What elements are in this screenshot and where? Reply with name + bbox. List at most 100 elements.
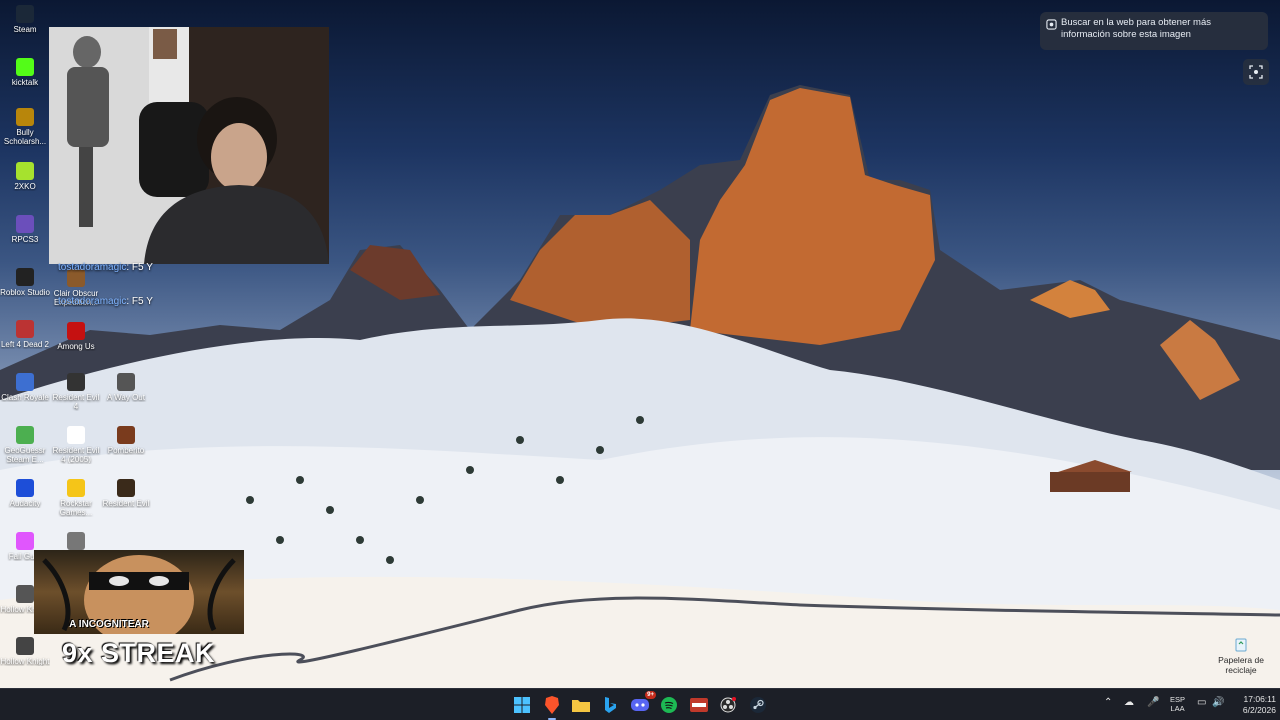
folder-icon — [572, 700, 590, 712]
steam-icon — [750, 697, 766, 713]
desktop-icon-label: Among Us — [57, 342, 95, 351]
language-code: ESP — [1170, 695, 1186, 704]
recycle-bin-label: Papelera de reciclaje — [1218, 655, 1264, 675]
discord-notification-badge: 9+ — [645, 691, 656, 699]
network-icon[interactable]: ▭ — [1197, 697, 1206, 708]
hollow-knight-icon — [16, 585, 34, 603]
desktop-icon-label: 2XKO — [14, 182, 36, 191]
spotify-button[interactable] — [658, 694, 680, 716]
desktop-icon-resident-evil-2[interactable]: Resident Evil — [101, 479, 151, 508]
desktop-icon-label: Roblox Studio — [0, 288, 50, 297]
hollow-knight-icon-2 — [16, 637, 34, 655]
desktop-icon-audacity[interactable]: Audacity — [0, 479, 50, 508]
desktop-icon-hollow-knight[interactable]: Hollow Knight — [0, 637, 50, 666]
fall-guys-icon — [16, 532, 34, 550]
chat-message: tostadoramagic: F5 Y — [58, 296, 153, 307]
desktop-icon-label: Resident Evil 4 (2005) — [52, 446, 100, 464]
visual-search-text: Buscar en la web para obtener más inform… — [1061, 17, 1211, 40]
clock-time: 17:06:11 — [1243, 694, 1276, 704]
gr-icon — [67, 532, 85, 550]
bing-icon — [605, 697, 616, 713]
bing-button[interactable] — [599, 694, 621, 716]
input-language-indicator[interactable]: ESP LAA — [1170, 695, 1185, 713]
desktop-icon-geoguessr[interactable]: GeoGuessr Steam E... — [0, 426, 50, 464]
desktop-icon-label: Clash Royale — [1, 393, 49, 402]
visual-search-icon — [1046, 19, 1057, 30]
streak-counter: 9x STREAK — [62, 638, 216, 668]
discord-button[interactable]: 9+ — [629, 691, 656, 716]
desktop-icon-a-way-out[interactable]: A Way Out — [101, 373, 151, 402]
roblox-studio-icon — [16, 268, 34, 286]
desktop-icon-label: Hollow Knight — [0, 657, 50, 666]
resident-evil-2-icon — [117, 479, 135, 497]
streak-caption: A INCOGNITEAR — [69, 619, 149, 630]
desktop-icon-clash-royale[interactable]: Clash Royale — [0, 373, 50, 402]
desktop-icon-label: Resident Evil — [102, 499, 150, 508]
recycle-bin[interactable]: Papelera de reciclaje — [1212, 636, 1270, 675]
desktop-icon-label: Steam — [13, 25, 37, 34]
microphone-icon[interactable]: 🎤 — [1147, 697, 1159, 708]
rpcs3-icon — [16, 215, 34, 233]
desktop-icon-rockstar[interactable]: Rockstar Games... — [51, 479, 101, 517]
desktop-icon-label: Pomberito — [107, 446, 145, 455]
brave-taskbar-button[interactable] — [541, 694, 563, 720]
clock-date: 6/2/2026 — [1242, 705, 1276, 715]
start-button[interactable] — [511, 694, 533, 716]
keyboard-layout: LAA — [1170, 704, 1185, 713]
audacity-icon — [16, 479, 34, 497]
desktop-icon-rpcs3[interactable]: RPCS3 — [0, 215, 50, 244]
desktop-icon-label: Left 4 Dead 2 — [0, 340, 50, 349]
file-explorer-button[interactable] — [570, 694, 592, 716]
streamer-camera-image — [49, 27, 329, 264]
desktop-icon-re4-2005[interactable]: Resident Evil 4 (2005) — [51, 426, 101, 464]
visual-search-popup[interactable]: Buscar en la web para obtener más inform… — [1040, 12, 1268, 50]
kicktalk-icon — [16, 58, 34, 76]
desktop-icon-label: GeoGuessr Steam E... — [4, 446, 46, 464]
desktop-icon-kicktalk[interactable]: kicktalk — [0, 58, 50, 87]
record-icon — [690, 698, 708, 712]
steam-taskbar-button[interactable] — [747, 694, 769, 716]
windows-icon — [514, 697, 530, 713]
resident-evil-icon — [67, 373, 85, 391]
spotify-icon — [661, 697, 677, 713]
obs-button[interactable] — [717, 694, 739, 716]
discord-icon — [631, 699, 649, 711]
bully-icon — [16, 108, 34, 126]
among-us-icon — [67, 322, 85, 340]
desktop-icon-label: Resident Evil 4 — [52, 393, 100, 411]
clash-royale-icon — [16, 373, 34, 391]
scan-icon — [1249, 65, 1263, 79]
desktop-icon-label: Rockstar Games... — [59, 499, 93, 517]
desktop-icon-pomberito[interactable]: Pomberito — [101, 426, 151, 455]
show-hidden-icons-chevron-icon[interactable]: ⌃ — [1104, 697, 1112, 708]
chat-username: tostadoramagic — [58, 262, 127, 273]
steam-icon — [16, 5, 34, 23]
desktop-icon-steam[interactable]: Steam — [0, 5, 50, 34]
desktop-icon-label: Bully Scholarsh... — [3, 128, 47, 146]
desktop-icon-among-us[interactable]: Among Us — [51, 322, 101, 351]
desktop-icon-label: kicktalk — [11, 78, 39, 87]
chat-text: : F5 Y — [126, 262, 153, 273]
recorder-button[interactable] — [688, 694, 710, 716]
desktop-icon-roblox-studio[interactable]: Roblox Studio — [0, 268, 50, 297]
volume-icon[interactable]: 🔊 — [1212, 697, 1224, 708]
desktop-icon-left4dead[interactable]: Left 4 Dead 2 — [0, 320, 50, 349]
left4dead-icon — [16, 320, 34, 338]
rockstar-icon — [67, 479, 85, 497]
geoguessr-icon — [16, 426, 34, 444]
obs-icon — [720, 697, 736, 713]
chat-message: tostadoramagic: F5 Y — [58, 262, 153, 273]
desktop-icon-2xko[interactable]: 2XKO — [0, 162, 50, 191]
recycle-bin-icon — [1235, 638, 1247, 652]
streak-meme-image: A INCOGNITEAR — [34, 550, 244, 634]
webcam-overlay — [49, 27, 329, 264]
desktop-icon-resident-evil[interactable]: Resident Evil 4 — [51, 373, 101, 411]
clock[interactable]: 17:06:11 6/2/2026 — [1228, 694, 1276, 716]
desktop-icon-bully[interactable]: Bully Scholarsh... — [0, 108, 50, 146]
taskbar: 9+ ⌃ ☁ 🎤 ESP LAA ▭ 🔊 17:06:11 6/2/2026 — [0, 688, 1280, 720]
onedrive-icon[interactable]: ☁ — [1124, 697, 1134, 708]
desktop-icon-label: A Way Out — [107, 393, 145, 402]
pomberito-icon — [117, 426, 135, 444]
2xko-icon — [16, 162, 34, 180]
visual-search-button[interactable] — [1243, 59, 1269, 85]
